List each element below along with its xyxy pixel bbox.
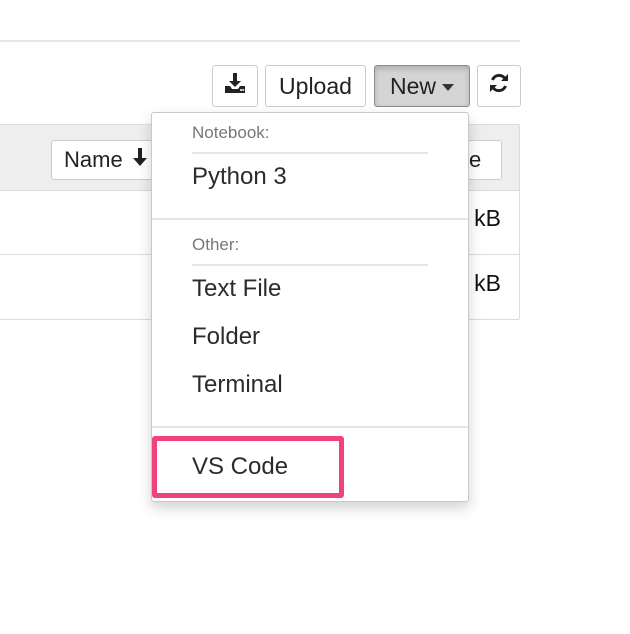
refresh-button[interactable] (477, 65, 521, 107)
header-divider (0, 40, 520, 42)
sort-name-label: Name (64, 147, 123, 172)
menu-divider (152, 426, 468, 428)
other-section-header: Other: (192, 235, 240, 254)
menu-divider (152, 218, 468, 220)
upload-label: Upload (279, 72, 352, 99)
notebook-section-header: Notebook: (192, 123, 270, 142)
new-button[interactable]: New (374, 65, 470, 107)
arrow-down-icon (131, 147, 149, 173)
menu-item-python3[interactable]: Python 3 (192, 163, 287, 191)
menu-item-folder[interactable]: Folder (192, 323, 260, 351)
file-size: kB (474, 270, 501, 296)
notebook-header-rule (192, 152, 428, 154)
menu-item-terminal[interactable]: Terminal (192, 371, 283, 399)
new-label: New (389, 72, 436, 99)
refresh-icon (488, 72, 510, 100)
new-dropdown-menu: Notebook: Python 3 Other: Text File Fold… (151, 112, 469, 502)
download-button[interactable] (212, 65, 258, 107)
file-size: kB (474, 205, 501, 231)
menu-item-vs-code[interactable]: VS Code (192, 453, 288, 481)
menu-item-text-file[interactable]: Text File (192, 275, 281, 303)
upload-button[interactable]: Upload (265, 65, 366, 107)
download-icon (224, 72, 246, 100)
caret-down-icon (442, 84, 454, 91)
other-header-rule (192, 264, 428, 266)
